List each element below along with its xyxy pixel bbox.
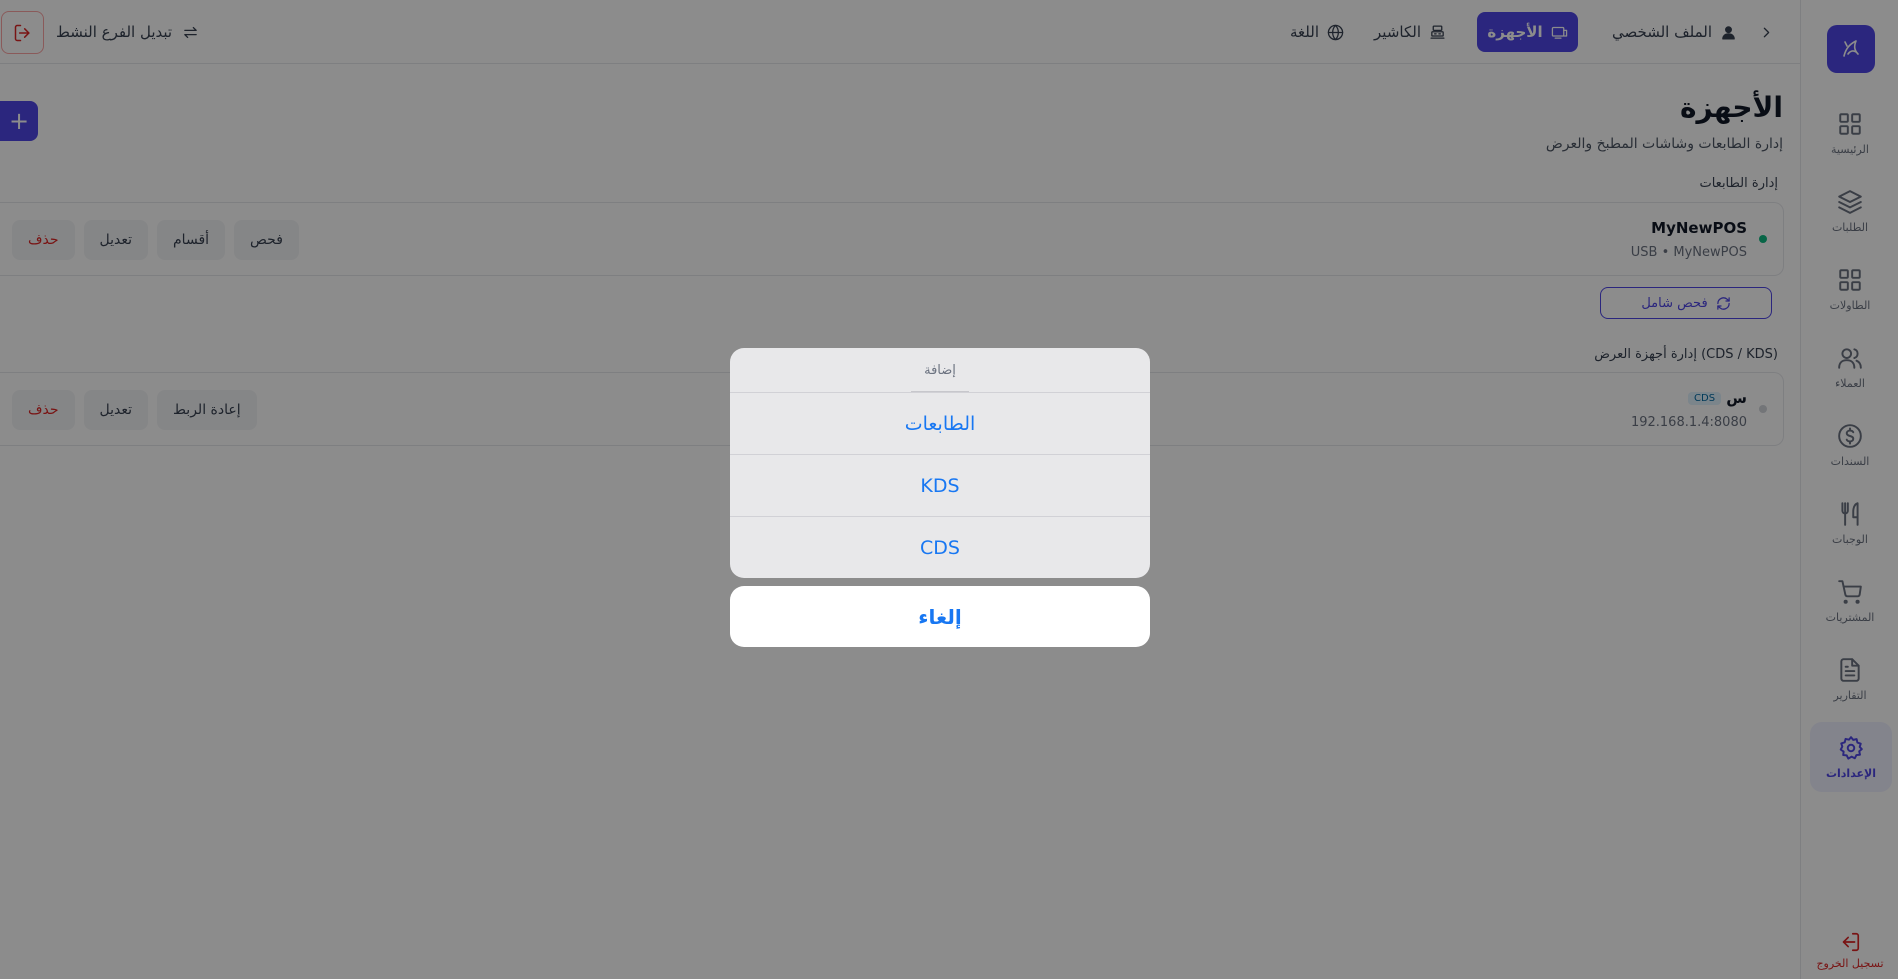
option-kds[interactable]: KDS — [730, 454, 1150, 516]
cancel-button[interactable]: إلغاء — [730, 586, 1150, 647]
app-root: الرئيسية الطلبات الطاولات العملاء السندا… — [0, 0, 1898, 979]
option-cds[interactable]: CDS — [730, 516, 1150, 578]
option-printers[interactable]: الطابعات — [730, 392, 1150, 454]
add-action-sheet: إضافة الطابعات KDS CDS — [730, 348, 1150, 578]
action-sheet-title: إضافة — [730, 348, 1150, 392]
